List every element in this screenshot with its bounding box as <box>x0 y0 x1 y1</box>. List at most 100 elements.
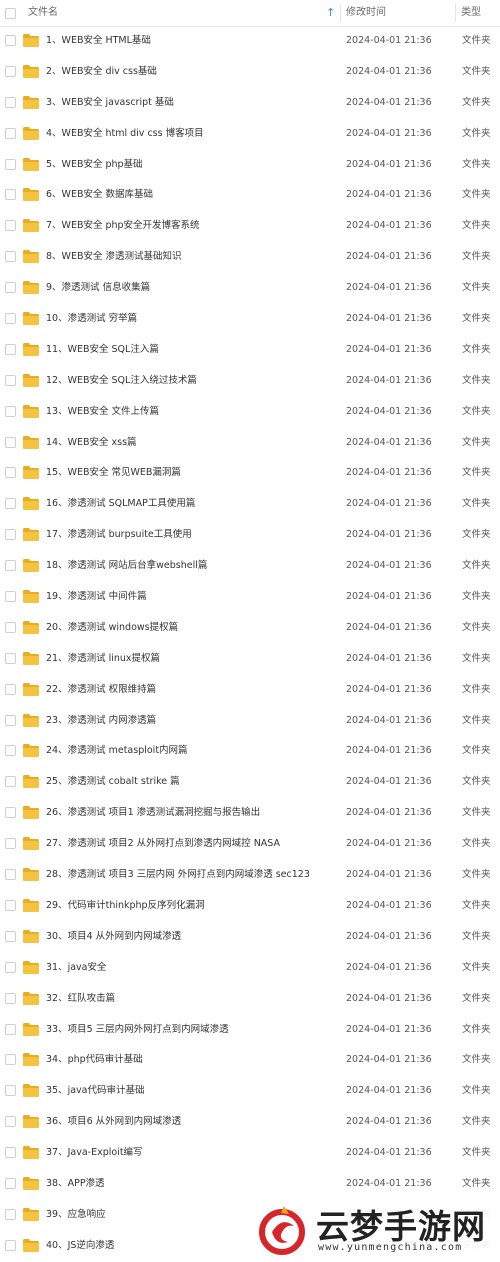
row-checkbox[interactable] <box>5 65 16 77</box>
arrow-up-icon[interactable]: ↑ <box>326 0 335 26</box>
row-checkbox[interactable] <box>5 838 16 850</box>
row-checkbox[interactable] <box>5 436 16 448</box>
list-item[interactable]: 5、WEB安全 php基础 2024-04-01 21:36 文件夹 <box>0 150 500 181</box>
list-item[interactable]: 26、渗透测试 项目1 渗透测试漏洞挖掘与报告输出 2024-04-01 21:3… <box>0 798 500 829</box>
list-item[interactable]: 7、WEB安全 php安全开发博客系统 2024-04-01 21:36 文件夹 <box>0 211 500 242</box>
row-checkbox[interactable] <box>5 1023 16 1035</box>
file-name[interactable]: 25、渗透测试 cobalt strike 篇 <box>46 767 180 797</box>
row-checkbox[interactable] <box>5 127 16 139</box>
file-name[interactable]: 12、WEB安全 SQL注入绕过技术篇 <box>46 366 197 396</box>
list-item[interactable]: 17、渗透测试 burpsuite工具使用 2024-04-01 21:36 文件夹 <box>0 520 500 551</box>
row-checkbox[interactable] <box>5 220 16 232</box>
row-checkbox[interactable] <box>5 652 16 664</box>
list-item[interactable]: 33、项目5 三层内网外网打点到内网域渗透 2024-04-01 21:36 文件夹 <box>0 1015 500 1046</box>
row-checkbox[interactable] <box>5 1116 16 1128</box>
file-name[interactable]: 17、渗透测试 burpsuite工具使用 <box>46 520 192 550</box>
file-name[interactable]: 29、代码审计thinkphp反序列化漏洞 <box>46 891 205 921</box>
file-name[interactable]: 6、WEB安全 数据库基础 <box>46 180 153 210</box>
list-item[interactable]: 29、代码审计thinkphp反序列化漏洞 2024-04-01 21:36 文件夹 <box>0 891 500 922</box>
row-checkbox[interactable] <box>5 714 16 726</box>
row-checkbox[interactable] <box>5 313 16 325</box>
list-item[interactable]: 31、java安全 2024-04-01 21:36 文件夹 <box>0 953 500 984</box>
row-checkbox[interactable] <box>5 745 16 757</box>
file-name[interactable]: 38、APP渗透 <box>46 1169 105 1199</box>
column-header-type[interactable]: 类型 <box>461 0 481 26</box>
file-name[interactable]: 8、WEB安全 渗透测试基础知识 <box>46 242 181 272</box>
list-item[interactable]: 34、php代码审计基础 2024-04-01 21:36 文件夹 <box>0 1045 500 1076</box>
list-item[interactable]: 1、WEB安全 HTML基础 2024-04-01 21:36 文件夹 <box>0 26 500 57</box>
row-checkbox[interactable] <box>5 683 16 695</box>
list-item[interactable]: 8、WEB安全 渗透测试基础知识 2024-04-01 21:36 文件夹 <box>0 242 500 273</box>
row-checkbox[interactable] <box>5 1085 16 1097</box>
file-name[interactable]: 27、渗透测试 项目2 从外网打点到渗透内网域控 NASA <box>46 829 280 859</box>
list-item[interactable]: 4、WEB安全 html div css 博客项目 2024-04-01 21:3… <box>0 119 500 150</box>
row-checkbox[interactable] <box>5 282 16 294</box>
file-name[interactable]: 10、渗透测试 穷举篇 <box>46 304 137 334</box>
list-item[interactable]: 23、渗透测试 内网渗透篇 2024-04-01 21:36 文件夹 <box>0 706 500 737</box>
row-checkbox[interactable] <box>5 35 16 46</box>
file-name[interactable]: 24、渗透测试 metasploit内网篇 <box>46 736 188 766</box>
file-name[interactable]: 4、WEB安全 html div css 博客项目 <box>46 119 204 149</box>
file-name[interactable]: 39、应急响应 <box>46 1200 106 1230</box>
file-name[interactable]: 3、WEB安全 javascript 基础 <box>46 88 174 118</box>
file-name[interactable]: 19、渗透测试 中间件篇 <box>46 582 147 612</box>
file-name[interactable]: 35、java代码审计基础 <box>46 1076 145 1106</box>
file-name[interactable]: 18、渗透测试 网站后台拿webshell篇 <box>46 551 207 581</box>
row-checkbox[interactable] <box>5 1054 16 1066</box>
list-item[interactable]: 13、WEB安全 文件上传篇 2024-04-01 21:36 文件夹 <box>0 397 500 428</box>
column-header-modified-time[interactable]: 修改时间 <box>346 0 386 26</box>
list-item[interactable]: 28、渗透测试 项目3 三层内网 外网打点到内网域渗透 sec123 2024-0… <box>0 860 500 891</box>
list-item[interactable]: 14、WEB安全 xss篇 2024-04-01 21:36 文件夹 <box>0 428 500 459</box>
file-name[interactable]: 34、php代码审计基础 <box>46 1045 143 1075</box>
list-item[interactable]: 24、渗透测试 metasploit内网篇 2024-04-01 21:36 文件夹 <box>0 736 500 767</box>
list-item[interactable]: 15、WEB安全 常见WEB漏洞篇 2024-04-01 21:36 文件夹 <box>0 458 500 489</box>
row-checkbox[interactable] <box>5 961 16 973</box>
column-header-name[interactable]: 文件名 <box>28 0 58 26</box>
list-item[interactable]: 2、WEB安全 div css基础 2024-04-01 21:36 文件夹 <box>0 57 500 88</box>
list-item[interactable]: 12、WEB安全 SQL注入绕过技术篇 2024-04-01 21:36 文件夹 <box>0 366 500 397</box>
row-checkbox[interactable] <box>5 158 16 170</box>
row-checkbox[interactable] <box>5 930 16 942</box>
list-item[interactable]: 3、WEB安全 javascript 基础 2024-04-01 21:36 文件夹 <box>0 88 500 119</box>
row-checkbox[interactable] <box>5 405 16 417</box>
row-checkbox[interactable] <box>5 1208 16 1220</box>
select-all-checkbox[interactable] <box>5 8 16 19</box>
file-name[interactable]: 14、WEB安全 xss篇 <box>46 428 137 458</box>
row-checkbox[interactable] <box>5 343 16 355</box>
row-checkbox[interactable] <box>5 498 16 510</box>
list-item[interactable]: 35、java代码审计基础 2024-04-01 21:36 文件夹 <box>0 1076 500 1107</box>
file-name[interactable]: 1、WEB安全 HTML基础 <box>46 26 151 56</box>
list-item[interactable]: 25、渗透测试 cobalt strike 篇 2024-04-01 21:36 文… <box>0 767 500 798</box>
list-item[interactable]: 36、项目6 从外网到内网域渗透 2024-04-01 21:36 文件夹 <box>0 1107 500 1138</box>
row-checkbox[interactable] <box>5 591 16 603</box>
row-checkbox[interactable] <box>5 1147 16 1159</box>
file-name[interactable]: 9、渗透测试 信息收集篇 <box>46 273 150 303</box>
list-item[interactable]: 37、Java-Exploit编写 2024-04-01 21:36 文件夹 <box>0 1138 500 1169</box>
row-checkbox[interactable] <box>5 621 16 633</box>
file-name[interactable]: 31、java安全 <box>46 953 107 983</box>
list-item[interactable]: 9、渗透测试 信息收集篇 2024-04-01 21:36 文件夹 <box>0 273 500 304</box>
row-checkbox[interactable] <box>5 776 16 788</box>
file-name[interactable]: 33、项目5 三层内网外网打点到内网域渗透 <box>46 1015 229 1045</box>
list-item[interactable]: 6、WEB安全 数据库基础 2024-04-01 21:36 文件夹 <box>0 180 500 211</box>
list-item[interactable]: 32、红队攻击篇 2024-04-01 21:36 文件夹 <box>0 984 500 1015</box>
file-name[interactable]: 32、红队攻击篇 <box>46 984 115 1014</box>
row-checkbox[interactable] <box>5 189 16 201</box>
file-name[interactable]: 2、WEB安全 div css基础 <box>46 57 157 87</box>
column-divider[interactable] <box>340 4 341 22</box>
row-checkbox[interactable] <box>5 467 16 479</box>
list-item[interactable]: 16、渗透测试 SQLMAP工具使用篇 2024-04-01 21:36 文件夹 <box>0 489 500 520</box>
file-name[interactable]: 26、渗透测试 项目1 渗透测试漏洞挖掘与报告输出 <box>46 798 260 828</box>
list-item[interactable]: 10、渗透测试 穷举篇 2024-04-01 21:36 文件夹 <box>0 304 500 335</box>
file-name[interactable]: 21、渗透测试 linux提权篇 <box>46 644 160 674</box>
list-item[interactable]: 18、渗透测试 网站后台拿webshell篇 2024-04-01 21:36 文件… <box>0 551 500 582</box>
file-name[interactable]: 22、渗透测试 权限维持篇 <box>46 675 156 705</box>
list-item[interactable]: 11、WEB安全 SQL注入篇 2024-04-01 21:36 文件夹 <box>0 335 500 366</box>
row-checkbox[interactable] <box>5 251 16 263</box>
list-item[interactable]: 27、渗透测试 项目2 从外网打点到渗透内网域控 NASA 2024-04-01 … <box>0 829 500 860</box>
file-name[interactable]: 20、渗透测试 windows提权篇 <box>46 613 178 643</box>
file-name[interactable]: 15、WEB安全 常见WEB漏洞篇 <box>46 458 181 488</box>
row-checkbox[interactable] <box>5 1239 16 1251</box>
file-name[interactable]: 40、JS逆向渗透 <box>46 1231 114 1261</box>
row-checkbox[interactable] <box>5 992 16 1004</box>
